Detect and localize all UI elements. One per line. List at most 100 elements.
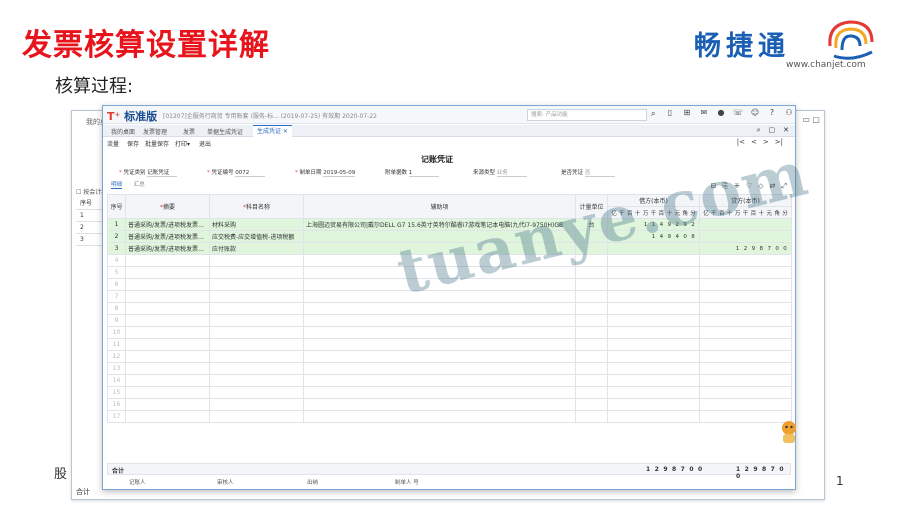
voucher-type-field[interactable]: * 凭证类别 记账凭证: [119, 168, 178, 177]
calculator-icon[interactable]: ⊞: [682, 108, 692, 117]
cell-credit[interactable]: [699, 338, 792, 351]
cell-empty[interactable]: [209, 386, 304, 399]
table-row[interactable]: 12: [107, 350, 792, 363]
cell-empty[interactable]: [125, 278, 210, 291]
cell-account[interactable]: 材料采购: [209, 218, 304, 231]
cell-credit[interactable]: [699, 374, 792, 387]
tab-invoice[interactable]: 发票: [183, 127, 195, 136]
subtab-summary[interactable]: 汇总: [134, 182, 145, 188]
cell-empty[interactable]: [125, 386, 210, 399]
cell-seq[interactable]: 16: [107, 398, 126, 411]
cell-seq[interactable]: 10: [107, 326, 126, 339]
cell-debit[interactable]: [607, 338, 700, 351]
cell-empty[interactable]: [575, 266, 608, 279]
cell-empty[interactable]: [575, 350, 608, 363]
cell-empty[interactable]: [209, 266, 304, 279]
cell-seq[interactable]: 8: [107, 302, 126, 315]
first-record-icon[interactable]: |<: [737, 138, 745, 146]
cell-account[interactable]: 应交税费-应交增值税-进项税额: [209, 230, 304, 243]
cell-empty[interactable]: [125, 290, 210, 303]
cell-empty[interactable]: [125, 326, 210, 339]
close-icon[interactable]: ✕: [783, 126, 789, 135]
cell-empty[interactable]: [575, 338, 608, 351]
user-icon[interactable]: ⚇: [784, 108, 794, 117]
cell-credit[interactable]: [699, 290, 792, 303]
mascot-icon[interactable]: ☺: [750, 108, 760, 117]
cell-empty[interactable]: [209, 302, 304, 315]
table-row[interactable]: 8: [107, 302, 792, 315]
cell-empty[interactable]: [125, 362, 210, 375]
cell-empty[interactable]: [303, 386, 576, 399]
cell-empty[interactable]: [303, 374, 576, 387]
cell-summary[interactable]: 普通采购/发票/进项税发票...: [125, 218, 210, 231]
cell-seq[interactable]: 12: [107, 350, 126, 363]
table-row[interactable]: 14: [107, 374, 792, 387]
cell-empty[interactable]: [125, 266, 210, 279]
table-row[interactable]: 16: [107, 398, 792, 411]
cell-empty[interactable]: [125, 410, 210, 423]
cell-seq[interactable]: 13: [107, 362, 126, 375]
batch-save-button[interactable]: 批量保存: [145, 139, 169, 148]
cell-credit[interactable]: [699, 254, 792, 267]
cell-empty[interactable]: [125, 338, 210, 351]
cell-empty[interactable]: [575, 362, 608, 375]
cell-credit[interactable]: [699, 326, 792, 339]
maximize-icon[interactable]: ▢: [769, 126, 776, 135]
table-row[interactable]: 11: [107, 338, 792, 351]
cell-empty[interactable]: [125, 374, 210, 387]
cell-credit[interactable]: [699, 386, 792, 399]
cell-summary[interactable]: 普通采购/发票/进项税发票...: [125, 242, 210, 255]
table-row[interactable]: 15: [107, 386, 792, 399]
cell-summary[interactable]: 普通采购/发票/进项税发票...: [125, 230, 210, 243]
cell-credit[interactable]: [699, 350, 792, 363]
find-icon[interactable]: ⌕: [757, 126, 761, 135]
cell-empty[interactable]: [303, 350, 576, 363]
cell-seq[interactable]: 2: [107, 230, 126, 243]
cell-debit[interactable]: [607, 326, 700, 339]
cell-empty[interactable]: [303, 398, 576, 411]
cell-debit[interactable]: [607, 254, 700, 267]
cell-empty[interactable]: [575, 278, 608, 291]
tab-generate-voucher[interactable]: 生成凭证 ✕: [253, 125, 292, 137]
bg-window-controls[interactable]: ▭ ▢: [802, 115, 820, 124]
table-row[interactable]: 13: [107, 362, 792, 375]
tab-invoice-mgmt[interactable]: 发票管理: [143, 127, 167, 136]
cell-empty[interactable]: [575, 398, 608, 411]
cell-credit[interactable]: [699, 302, 792, 315]
cell-seq[interactable]: 9: [107, 314, 126, 327]
search-input[interactable]: 搜索: 产品功能: [527, 109, 647, 121]
cell-seq[interactable]: 17: [107, 410, 126, 423]
cell-credit[interactable]: [699, 314, 792, 327]
phone-icon[interactable]: ☏: [733, 108, 743, 117]
cell-empty[interactable]: [575, 314, 608, 327]
mascot-icon[interactable]: [780, 420, 798, 444]
cell-empty[interactable]: [209, 374, 304, 387]
cell-debit[interactable]: [607, 398, 700, 411]
cell-empty[interactable]: [303, 338, 576, 351]
table-row[interactable]: 10: [107, 326, 792, 339]
cell-seq[interactable]: 4: [107, 254, 126, 267]
tab-doc-voucher[interactable]: 单据生成凭证: [207, 127, 243, 136]
cell-seq[interactable]: 3: [107, 242, 126, 255]
table-row[interactable]: 17: [107, 410, 792, 423]
cell-empty[interactable]: [575, 302, 608, 315]
cell-seq[interactable]: 1: [107, 218, 126, 231]
cell-debit[interactable]: [607, 374, 700, 387]
search-icon[interactable]: ⌕: [651, 109, 655, 119]
mobile-icon[interactable]: ▯: [665, 108, 675, 117]
cell-credit[interactable]: [699, 410, 792, 423]
cell-account[interactable]: 应付账款: [209, 242, 304, 255]
cell-empty[interactable]: [209, 398, 304, 411]
voucher-date-field[interactable]: * 制单日期 2019-05-09: [295, 168, 356, 177]
cell-empty[interactable]: [209, 410, 304, 423]
prev-record-icon[interactable]: <: [751, 138, 757, 146]
cell-credit[interactable]: [699, 278, 792, 291]
attachments-field[interactable]: 附单据数 1: [385, 168, 439, 177]
cell-empty[interactable]: [575, 374, 608, 387]
cell-empty[interactable]: [209, 362, 304, 375]
message-icon[interactable]: ✉: [699, 108, 709, 117]
cell-debit[interactable]: [607, 362, 700, 375]
cell-seq[interactable]: 6: [107, 278, 126, 291]
cell-empty[interactable]: [303, 326, 576, 339]
cell-empty[interactable]: [575, 386, 608, 399]
